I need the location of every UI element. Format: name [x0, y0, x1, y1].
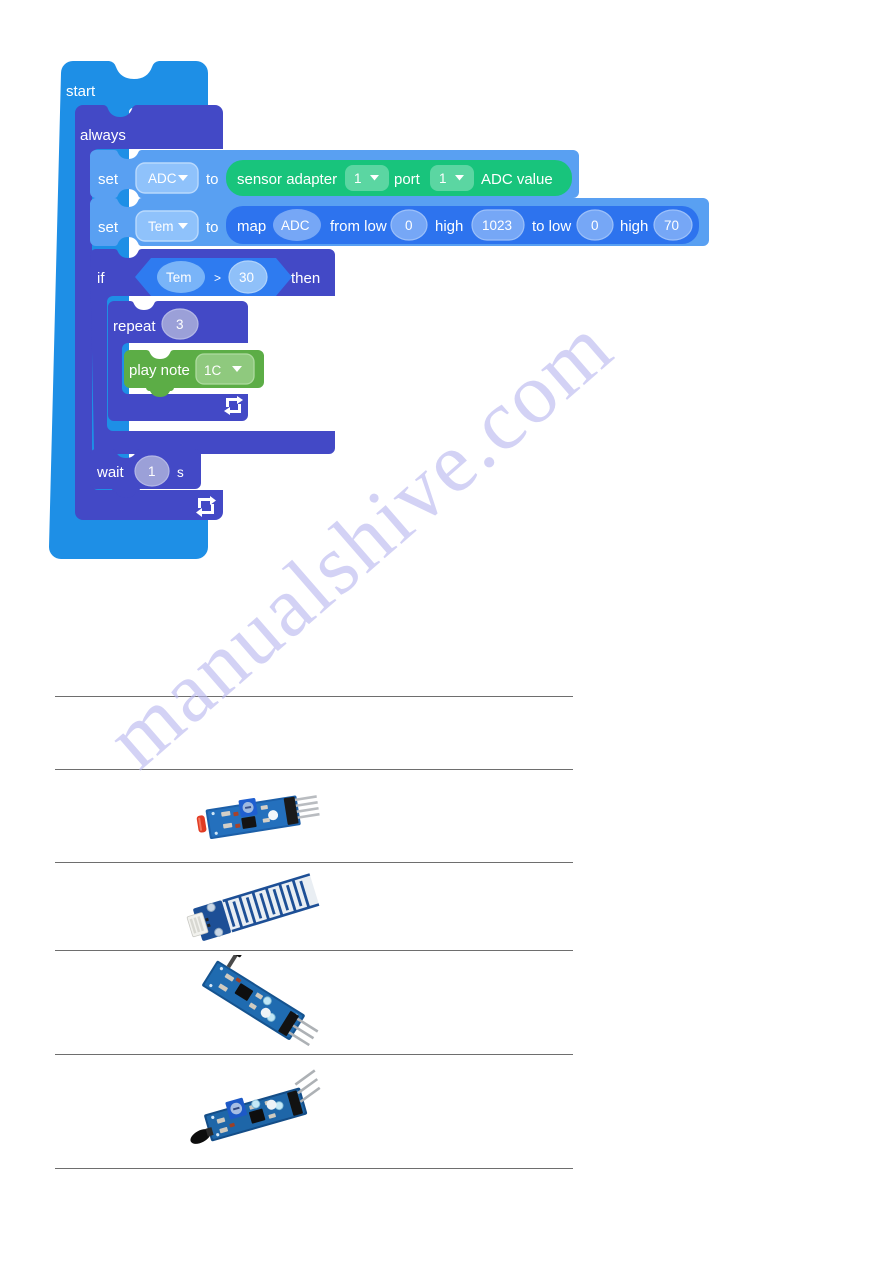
set-tem-to-label: to — [206, 219, 219, 236]
map-name-label: map — [237, 218, 266, 235]
set-tem-variable-label: Tem — [148, 219, 174, 234]
map-to-high-label: high — [620, 218, 648, 235]
if-label: if — [97, 270, 105, 287]
start-label: start — [66, 83, 96, 100]
sensor-adapter-port-field[interactable] — [430, 165, 474, 191]
set-adc-variable-label: ADC — [148, 171, 177, 186]
table-row — [55, 696, 573, 769]
wait-seconds-value: 1 — [148, 464, 156, 479]
sensor-adapter-name: sensor adapter — [237, 171, 337, 188]
ldr-module-image — [196, 795, 320, 840]
ir-module-image — [202, 955, 319, 1047]
table-cell — [55, 863, 573, 950]
repeat-label: repeat — [113, 318, 156, 335]
table-cell — [55, 770, 573, 862]
wait-label: wait — [96, 464, 125, 481]
condition-operator-label: > — [214, 271, 221, 285]
water-level-module-image — [186, 872, 320, 941]
repeat-times-value: 3 — [176, 317, 184, 332]
table-cell — [55, 1055, 573, 1168]
block-program-svg: start always set ADC to sensor adapter 1… — [49, 61, 709, 559]
block-program-canvas: start always set ADC to sensor adapter 1… — [0, 0, 893, 600]
set-adc-set-label: set — [98, 171, 119, 188]
set-adc-to-label: to — [206, 171, 219, 188]
condition-left-label: Tem — [166, 270, 192, 285]
table-row — [55, 950, 573, 1054]
flame-module-image — [190, 1068, 321, 1144]
map-from-high-value: 1023 — [482, 218, 512, 233]
sensor-adapter-port-label: port — [394, 171, 421, 188]
condition-right-label: 30 — [239, 270, 254, 285]
wait-unit-label: s — [177, 465, 184, 480]
sensor-adapter-suffix-label: ADC value — [481, 171, 553, 188]
table-row — [55, 1054, 573, 1169]
map-to-high-value: 70 — [664, 218, 679, 233]
then-label: then — [291, 270, 320, 287]
sensor-adapter-index-label: 1 — [354, 171, 362, 186]
map-to-low-value: 0 — [591, 218, 599, 233]
play-note-label: play note — [129, 362, 190, 379]
sensor-list-table — [55, 696, 573, 1169]
map-to-low-label: to low — [532, 218, 571, 235]
set-tem-set-label: set — [98, 219, 119, 236]
table-cell — [55, 951, 573, 1054]
map-from-high-label: high — [435, 218, 463, 235]
sensor-adapter-port-index-label: 1 — [439, 171, 447, 186]
map-from-low-label: from low — [330, 218, 387, 235]
always-label: always — [80, 127, 126, 144]
map-operand-label: ADC — [281, 218, 310, 233]
map-from-low-value: 0 — [405, 218, 413, 233]
play-note-value-label: 1C — [204, 363, 222, 378]
table-cell — [55, 697, 573, 769]
sensor-adapter-index-field[interactable] — [345, 165, 389, 191]
table-row — [55, 769, 573, 862]
table-row — [55, 862, 573, 950]
